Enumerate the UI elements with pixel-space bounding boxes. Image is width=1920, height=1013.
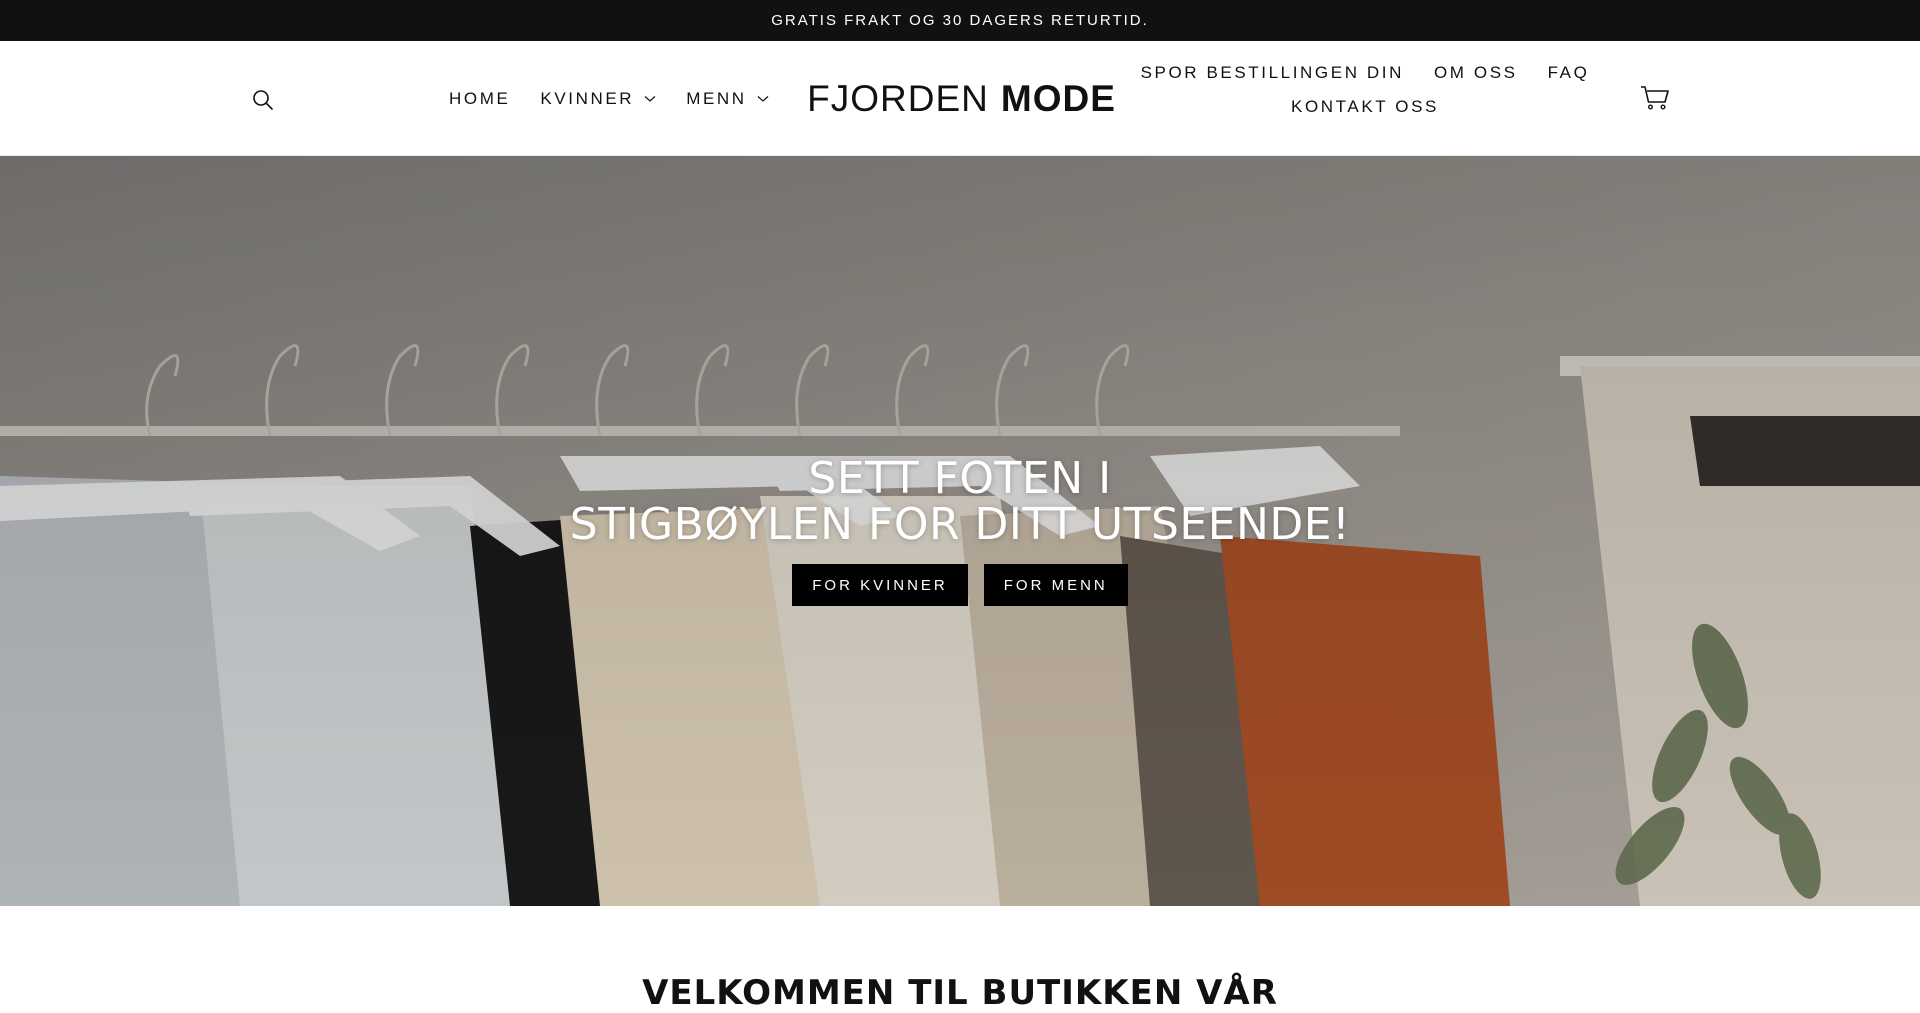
shop-men-button[interactable]: FOR MENN [983,564,1128,606]
nav-menn[interactable]: MENN [686,88,769,109]
site-header: HOME KVINNER MENN FJORDEN MODE SPOR BEST… [0,41,1920,156]
nav-contact-label: KONTAKT OSS [1291,97,1439,116]
nav-faq[interactable]: FAQ [1548,63,1590,83]
nav-about[interactable]: OM OSS [1434,63,1518,83]
nav-home[interactable]: HOME [449,89,510,109]
hero-buttons: FOR KVINNER FOR MENN [0,564,1920,606]
hero-content: SETT FOTEN I STIGBØYLEN FOR DITT UTSEEND… [0,456,1920,606]
chevron-down-icon [757,95,769,102]
nav-about-label: OM OSS [1433,63,1518,82]
nav-track-order-label: SPOR BESTILLINGEN DIN [1140,63,1404,82]
nav-menn-label: MENN [686,88,747,108]
chevron-down-icon [644,95,656,102]
nav-contact[interactable]: KONTAKT OSS [1291,97,1439,117]
logo-text-light: FJORDEN [807,78,989,119]
main-nav-right: SPOR BESTILLINGEN DIN OM OSS FAQ KONTAKT… [1140,63,1590,117]
hero-title-line2: STIGBØYLEN FOR DITT UTSEENDE! [569,499,1351,550]
welcome-heading: VELKOMMEN TIL BUTIKKEN VÅR [642,973,1278,1013]
search-button[interactable] [248,85,278,115]
nav-home-label: HOME [449,88,511,108]
nav-kvinner[interactable]: KVINNER [540,89,656,109]
nav-faq-label: FAQ [1547,63,1590,82]
hero-title: SETT FOTEN I STIGBØYLEN FOR DITT UTSEEND… [0,456,1920,548]
announcement-bar: GRATIS FRAKT OG 30 DAGERS RETURTID. [0,0,1920,41]
nav-kvinner-label: KVINNER [540,88,635,108]
hero-title-line1: SETT FOTEN I [808,453,1112,504]
search-icon [253,90,273,110]
cart-button[interactable] [1640,85,1674,115]
announcement-text: GRATIS FRAKT OG 30 DAGERS RETURTID. [771,12,1149,29]
shop-women-button[interactable]: FOR KVINNER [792,564,968,606]
cart-icon [1641,86,1669,110]
site-logo[interactable]: FJORDEN MODE [807,74,1115,124]
logo-text-bold: MODE [1000,78,1116,119]
main-nav-left: HOME KVINNER MENN [449,41,769,156]
hero-banner: SETT FOTEN I STIGBØYLEN FOR DITT UTSEEND… [0,156,1920,906]
nav-track-order[interactable]: SPOR BESTILLINGEN DIN [1141,63,1404,83]
